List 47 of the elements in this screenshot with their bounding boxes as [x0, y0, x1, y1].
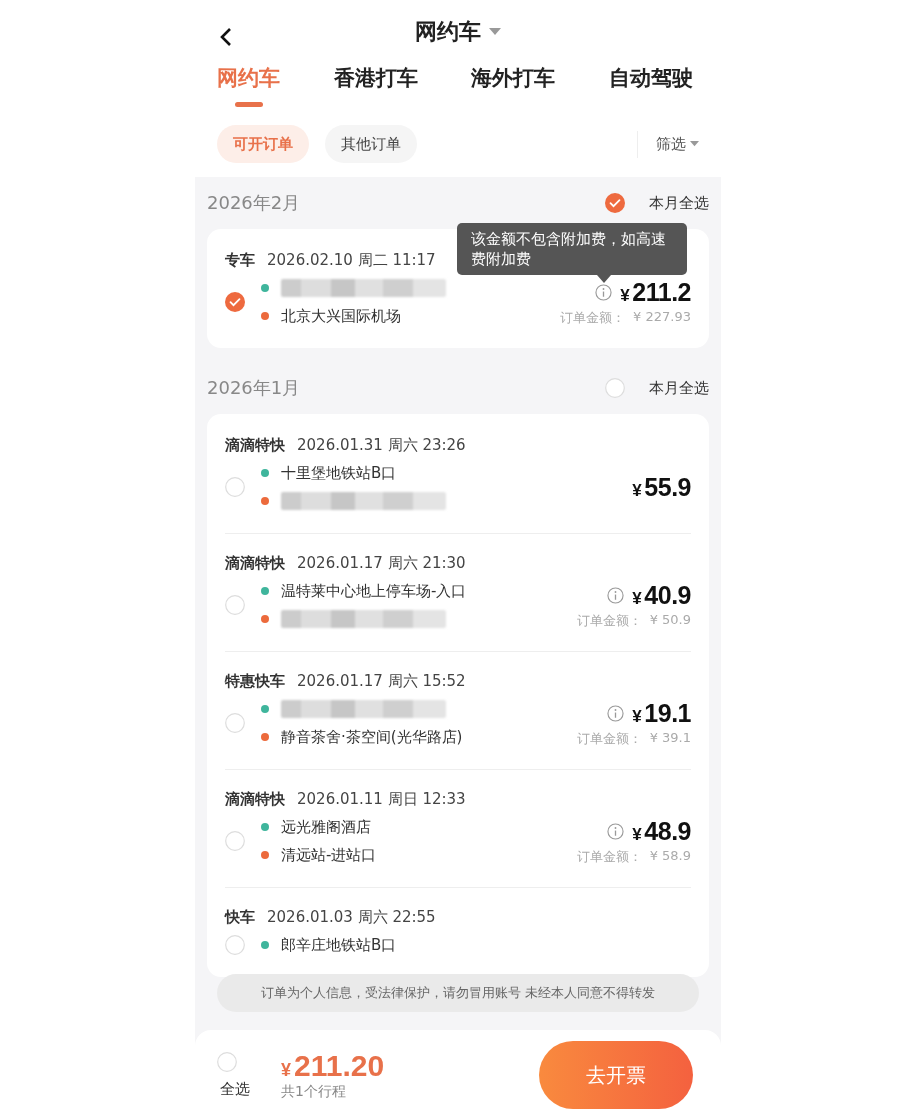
price: ¥211.2	[620, 277, 691, 307]
address-text: 郎辛庄地铁站B口	[281, 935, 397, 955]
order-amount: ¥ 50.9	[649, 611, 691, 629]
order-datetime: 2026.01.17 周六 21:30	[297, 554, 466, 573]
order-amount: ¥ 227.93	[633, 308, 691, 326]
order-datetime: 2026.02.10 周二 11:17	[267, 251, 436, 270]
amount-label: 订单金额：	[576, 611, 642, 630]
month-heading: 2026年2月	[207, 191, 301, 215]
title-dropdown[interactable]: 网约车	[415, 17, 501, 47]
ride-type: 专车	[225, 251, 255, 270]
filter-chip[interactable]: 其他订单	[325, 125, 417, 163]
address-text: 远光雅阁酒店	[281, 817, 371, 837]
order-datetime: 2026.01.17 周六 15:52	[297, 672, 466, 691]
month-select-all[interactable]: 本月全选	[605, 193, 709, 213]
ride-type: 滴滴特快	[225, 790, 285, 809]
price: ¥48.9	[632, 816, 691, 846]
amount-label: 订单金额：	[560, 308, 626, 327]
order-datetime: 2026.01.31 周六 23:26	[297, 436, 466, 455]
privacy-notice: 订单为个人信息，受法律保护，请勿冒用账号 未经本人同意不得转发	[217, 974, 699, 1012]
month-select-all[interactable]: 本月全选	[605, 378, 709, 398]
price: ¥40.9	[632, 580, 691, 610]
select-all[interactable]: 全选	[217, 1051, 253, 1099]
filter-dropdown[interactable]: 筛选	[637, 130, 699, 158]
address-text: 温特莱中心地上停车场-入口	[281, 581, 467, 601]
address-text: 北京大兴国际机场	[281, 306, 401, 326]
amount-label: 订单金额：	[576, 847, 642, 866]
price: ¥19.1	[632, 698, 691, 728]
order-amount: ¥ 58.9	[649, 847, 691, 865]
address-text: 清远站-进站口	[281, 845, 377, 865]
month-heading: 2026年1月	[207, 376, 301, 400]
price: ¥55.9	[632, 472, 691, 502]
order-datetime: 2026.01.11 周日 12:33	[297, 790, 466, 809]
tab[interactable]: 香港打车	[333, 64, 418, 117]
tab[interactable]: 自动驾驶	[608, 64, 693, 117]
tab[interactable]: 海外打车	[471, 64, 556, 117]
amount-label: 订单金额：	[576, 729, 642, 748]
address-text: 静音茶舍·茶空间(光华路店)	[281, 727, 463, 747]
ride-type: 滴滴特快	[225, 436, 285, 455]
trip-count: 共1个行程	[281, 1083, 347, 1101]
order-amount: ¥ 39.1	[649, 729, 691, 747]
total-price: ¥211.20	[281, 1049, 385, 1083]
order-datetime: 2026.01.03 周六 22:55	[267, 908, 436, 927]
ride-type: 快车	[225, 908, 255, 927]
ride-type: 滴滴特快	[225, 554, 285, 573]
tooltip: 该金额不包含附加费，如高速费附加费	[457, 223, 687, 275]
address-text: 十里堡地铁站B口	[281, 463, 397, 483]
ride-type: 特惠快车	[225, 672, 285, 691]
